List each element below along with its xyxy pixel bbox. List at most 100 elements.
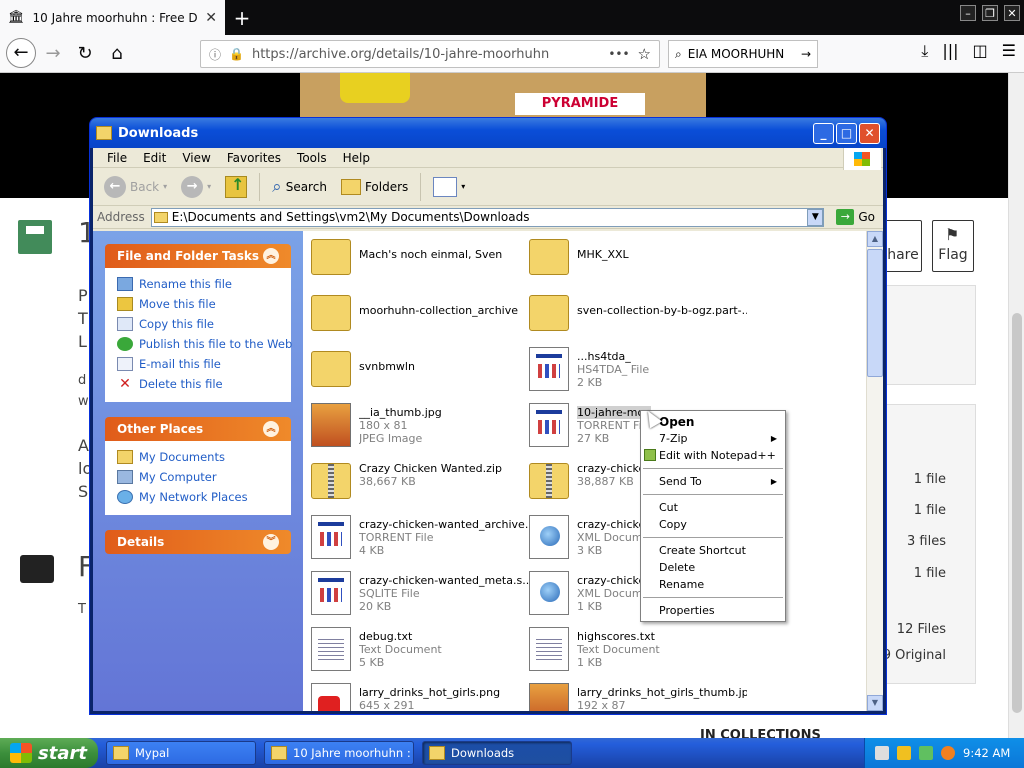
menu-favorites[interactable]: Favorites — [219, 151, 289, 165]
task-rename[interactable]: Rename this file — [117, 274, 279, 294]
details-header[interactable]: Details ︾ — [105, 530, 291, 554]
reload-button[interactable]: ↻ — [72, 41, 98, 67]
context-item-cut[interactable]: Cut — [641, 499, 785, 516]
forward-button[interactable]: → ▾ — [176, 171, 216, 203]
new-tab-button[interactable]: + — [232, 6, 252, 30]
taskbar-item-mypal[interactable]: Mypal — [106, 741, 256, 765]
context-item-create-shortcut[interactable]: Create Shortcut — [641, 542, 785, 559]
file-count[interactable]: 1 file — [914, 566, 946, 581]
back-button[interactable]: ← — [6, 38, 36, 68]
folder-item[interactable]: svnbmwln — [311, 347, 529, 397]
home-button[interactable]: ⌂ — [104, 41, 130, 67]
clock[interactable]: 9:42 AM — [963, 746, 1010, 760]
maximize-button[interactable]: □ — [836, 122, 857, 144]
search-bar[interactable]: ⌕ EIA MOORHUHN → — [668, 40, 818, 68]
file-item[interactable]: __ia_thumb.jpg 180 x 81 JPEG Image — [311, 403, 529, 453]
other-places-header[interactable]: Other Places ︽ — [105, 417, 291, 441]
network-icon[interactable] — [919, 746, 933, 760]
folders-button[interactable]: Folders — [336, 171, 413, 203]
search-go-icon[interactable]: → — [801, 47, 811, 61]
task-email[interactable]: E-mail this file — [117, 354, 279, 374]
file-item[interactable]: crazy-chicken-wanted_meta.s... SQLITE Fil… — [311, 571, 529, 621]
search-button[interactable]: ⌕ Search — [267, 171, 332, 203]
close-tab-icon[interactable]: ✕ — [205, 10, 217, 26]
page-scrollbar[interactable] — [1008, 73, 1024, 738]
context-item-copy[interactable]: Copy — [641, 516, 785, 533]
address-dropdown-icon[interactable]: ▼ — [807, 208, 824, 226]
close-button[interactable]: ✕ — [859, 122, 880, 144]
file-item[interactable]: crazy-chicken-wanted_archive... TORRENT F… — [311, 515, 529, 565]
context-item-edit-with-notepad-[interactable]: Edit with Notepad++ — [641, 447, 785, 464]
scroll-thumb[interactable] — [867, 249, 883, 377]
minimize-button[interactable]: _ — [813, 122, 834, 144]
minimize-icon[interactable]: – — [960, 5, 976, 21]
scroll-up-icon[interactable]: ▲ — [867, 231, 883, 247]
dropdown-arrow-icon[interactable]: ▾ — [207, 182, 211, 191]
menu-edit[interactable]: Edit — [135, 151, 174, 165]
file-tasks-header[interactable]: File and Folder Tasks ︽ — [105, 244, 291, 268]
views-button[interactable]: ▾ — [428, 171, 470, 203]
taskbar-item-downloads[interactable]: Downloads — [422, 741, 572, 765]
file-item[interactable]: highscores.txt Text Document 1 KB — [529, 627, 747, 677]
file-item[interactable]: Crazy Chicken Wanted.zip 38,667 KB — [311, 459, 529, 509]
file-item[interactable]: larry_drinks_hot_girls.png 645 x 291 — [311, 683, 529, 711]
restore-icon[interactable]: ❐ — [982, 5, 998, 21]
file-item[interactable]: debug.txt Text Document 5 KB — [311, 627, 529, 677]
dropdown-arrow-icon[interactable]: ▾ — [163, 182, 167, 191]
task-publish[interactable]: Publish this file to the Web — [117, 334, 292, 354]
library-icon[interactable]: ||| — [942, 41, 958, 61]
expand-icon[interactable]: ︾ — [263, 534, 279, 550]
context-item-delete[interactable]: Delete — [641, 559, 785, 576]
task-delete[interactable]: ✕ Delete this file — [117, 374, 279, 394]
menu-help[interactable]: Help — [335, 151, 378, 165]
file-count[interactable]: 1 file — [914, 503, 946, 518]
context-item-rename[interactable]: Rename — [641, 576, 785, 593]
files-original[interactable]: 9 Original — [883, 648, 946, 663]
file-list-scrollbar[interactable]: ▲ ▼ — [866, 231, 883, 711]
back-button[interactable]: ← Back ▾ — [99, 171, 172, 203]
close-window-icon[interactable]: ✕ — [1004, 5, 1020, 21]
up-button[interactable] — [220, 171, 252, 203]
taskbar-item-browser[interactable]: 10 Jahre moorhuhn : ... — [264, 741, 414, 765]
menu-tools[interactable]: Tools — [289, 151, 335, 165]
forward-button[interactable]: → — [40, 41, 66, 67]
share-button[interactable]: hare — [884, 220, 922, 272]
info-icon[interactable]: ⓘ — [209, 46, 221, 63]
task-move[interactable]: Move this file — [117, 294, 279, 314]
page-actions-icon[interactable]: ••• — [608, 47, 629, 61]
folder-item[interactable]: Mach's noch einmal, Sven — [311, 235, 529, 285]
context-item-properties[interactable]: Properties — [641, 602, 785, 619]
context-item-open[interactable]: Open — [641, 413, 785, 430]
search-text[interactable]: EIA MOORHUHN — [688, 47, 795, 61]
menu-view[interactable]: View — [174, 151, 218, 165]
place-my-documents[interactable]: My Documents — [117, 447, 279, 467]
context-item-7-zip[interactable]: 7-Zip ▶ — [641, 430, 785, 447]
sidebar-icon[interactable]: ◫ — [973, 41, 988, 61]
start-button[interactable]: start — [0, 738, 98, 768]
security-shield-icon[interactable] — [897, 746, 911, 760]
collapse-icon[interactable]: ︽ — [263, 248, 279, 264]
search-icon[interactable] — [941, 746, 955, 760]
folder-item[interactable]: moorhuhn-collection_archive — [311, 291, 529, 341]
url-text[interactable]: https://archive.org/details/10-jahre-moo… — [252, 47, 600, 62]
task-copy[interactable]: Copy this file — [117, 314, 279, 334]
folder-item[interactable]: sven-collection-by-b-ogz.part-... — [529, 291, 747, 341]
place-network[interactable]: My Network Places — [117, 487, 279, 507]
save-icon[interactable] — [18, 220, 52, 254]
files-total[interactable]: 12 Files — [897, 622, 946, 637]
explorer-title-bar[interactable]: Downloads _ □ ✕ — [90, 118, 886, 148]
address-value[interactable]: E:\Documents and Settings\vm2\My Documen… — [172, 210, 530, 224]
menu-file[interactable]: File — [99, 151, 135, 165]
go-button[interactable]: → Go — [828, 209, 883, 225]
scroll-down-icon[interactable]: ▼ — [867, 695, 883, 711]
file-item[interactable]: ...hs4tda_ HS4TDA_ File 2 KB — [529, 347, 747, 397]
place-my-computer[interactable]: My Computer — [117, 467, 279, 487]
browser-tab[interactable]: 🏛 10 Jahre moorhuhn : Free Downlo ✕ — [0, 0, 225, 35]
menu-icon[interactable]: ☰ — [1002, 41, 1016, 61]
flag-button[interactable]: ⚑ Flag — [932, 220, 974, 272]
folder-item[interactable]: MHK_XXL — [529, 235, 747, 285]
downloads-icon[interactable]: ⤓ — [921, 41, 928, 61]
keyboard-icon[interactable] — [875, 746, 889, 760]
context-item-send-to[interactable]: Send To ▶ — [641, 473, 785, 490]
url-bar[interactable]: ⓘ 🔒 https://archive.org/details/10-jahre… — [200, 40, 660, 68]
